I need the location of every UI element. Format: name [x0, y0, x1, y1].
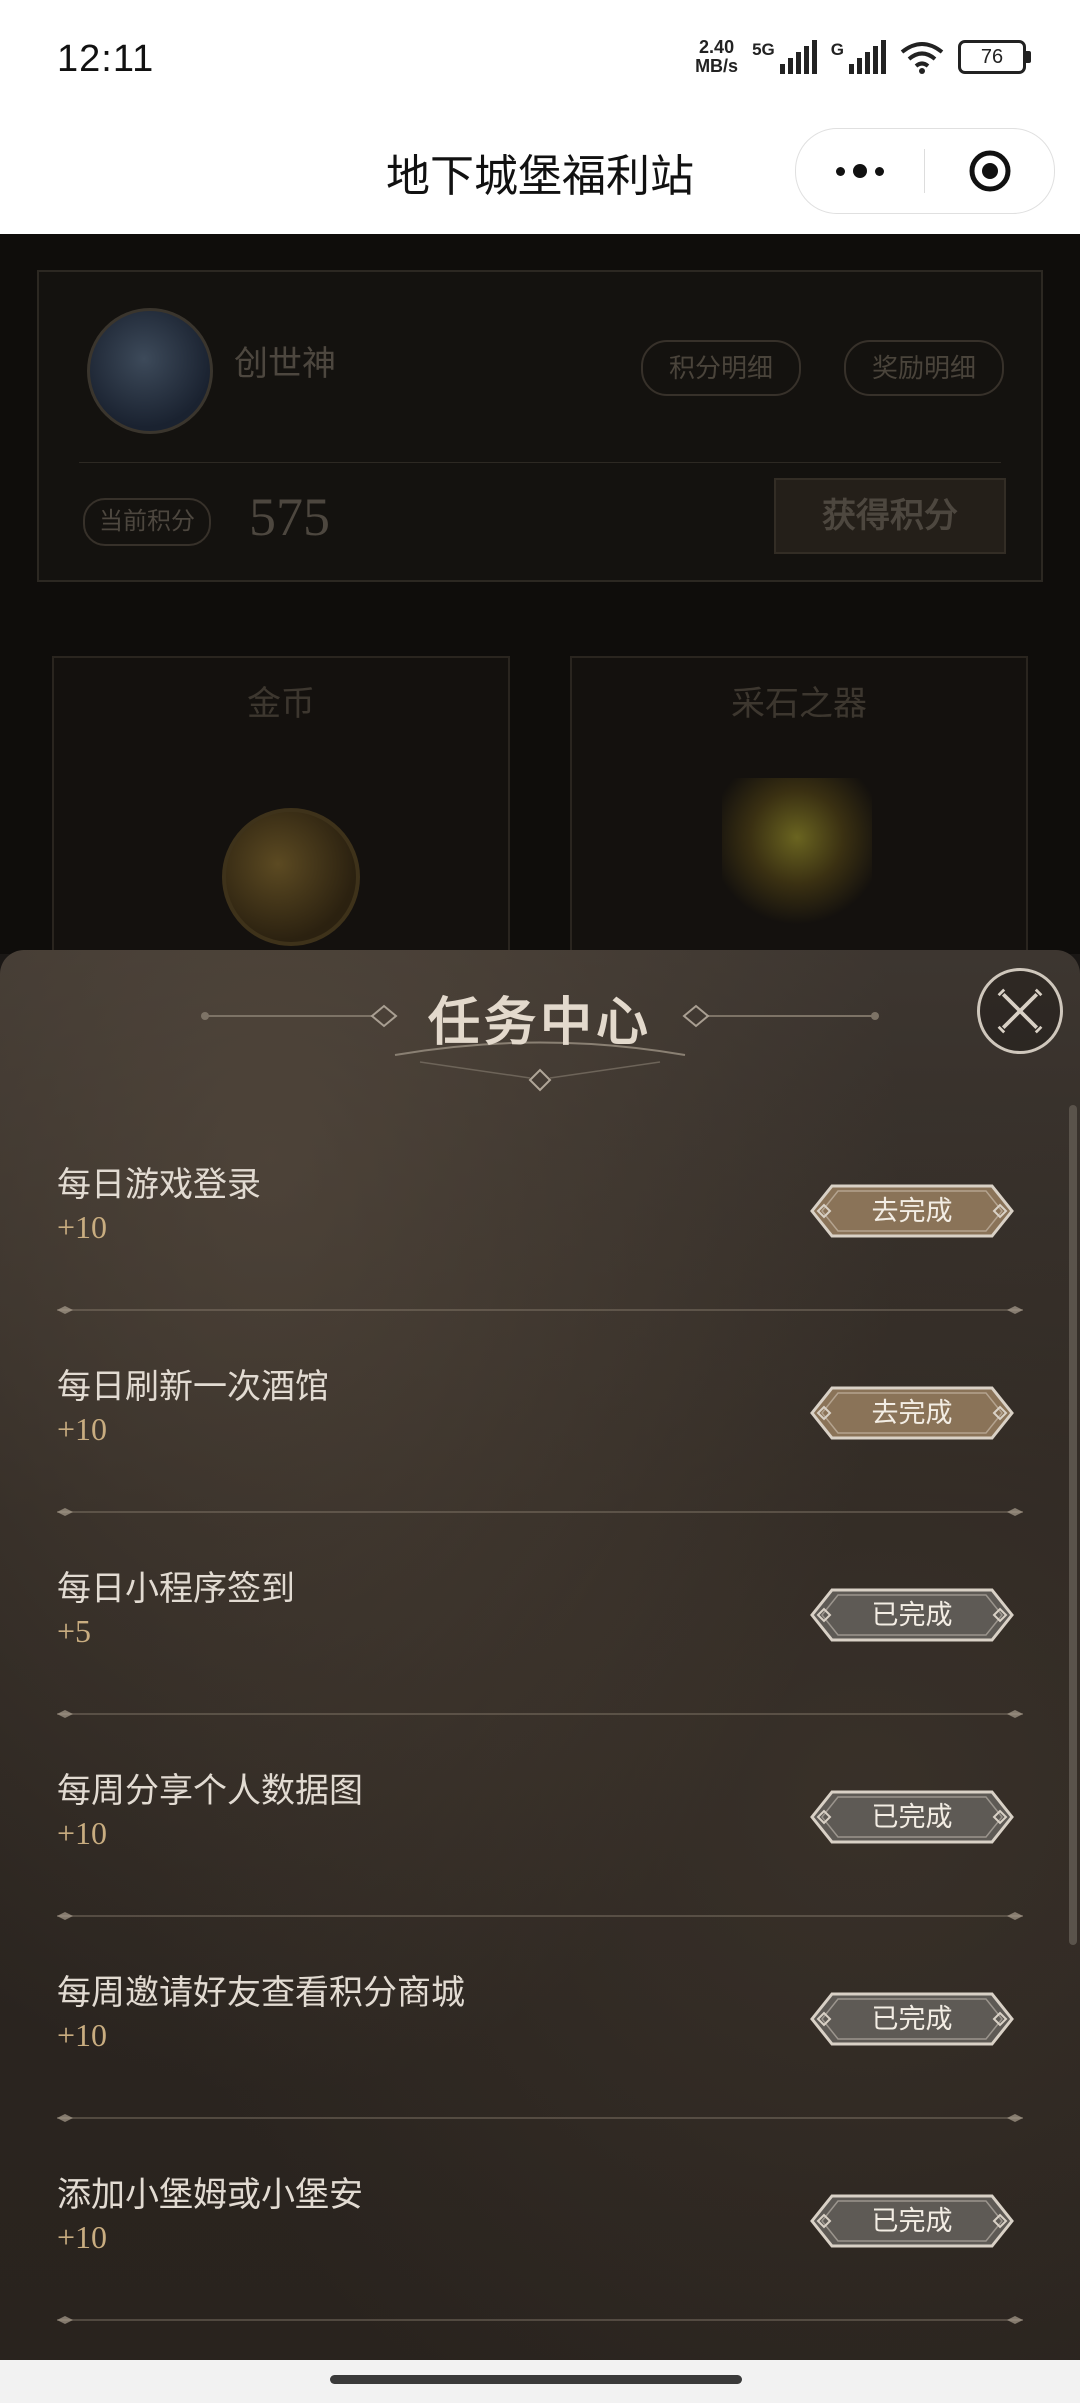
- more-menu-button[interactable]: [796, 129, 924, 213]
- task-action-label: 已完成: [871, 2004, 953, 2034]
- battery-icon: 76: [958, 40, 1031, 74]
- shop-card-title: 采石之器: [731, 685, 867, 723]
- task-action-label: 去完成: [871, 1398, 953, 1428]
- shop-card-title: 金币: [247, 685, 315, 723]
- network-speed-unit: MB/s: [695, 56, 739, 76]
- close-mini-program-icon[interactable]: [968, 149, 1012, 193]
- mini-program-capsule: [795, 128, 1055, 214]
- task-points: +10: [57, 2017, 108, 2053]
- task-center-title: 任务中心: [427, 995, 652, 1052]
- task-action-button[interactable]: 已完成: [808, 1788, 1016, 1846]
- signal-g-icon: G: [831, 40, 886, 74]
- task-action-button[interactable]: 已完成: [808, 2192, 1016, 2250]
- task-row: 每日刷新一次酒馆 +10 去完成: [0, 1307, 1080, 1516]
- task-row: 每周邀请好友查看积分商城 +10 已完成: [0, 1913, 1080, 2122]
- signal-g-label: G: [830, 40, 844, 59]
- battery-level: 76: [980, 46, 1004, 68]
- system-icons: 2.40 MB/s 5G G 76: [695, 38, 1031, 76]
- network-speed-value: 2.40: [699, 37, 735, 57]
- task-points: +10: [57, 1209, 108, 1245]
- task-name: 每日刷新一次酒馆: [57, 1369, 329, 1406]
- task-points: +10: [57, 1411, 108, 1447]
- profile-divider: [79, 462, 1001, 463]
- task-action-button[interactable]: 去完成: [808, 1182, 1016, 1240]
- avatar: [87, 308, 213, 434]
- task-action-label: 去完成: [871, 1196, 953, 1226]
- task-name: 每周分享个人数据图: [57, 1773, 363, 1810]
- shop-card-gold[interactable]: 金币: [52, 656, 510, 960]
- profile-card: 创世神 积分明细 奖励明细 当前积分 575 获得积分: [37, 270, 1043, 582]
- task-points: +10: [57, 1815, 108, 1851]
- task-points: +10: [57, 2219, 108, 2255]
- task-name: 每日游戏登录: [57, 1167, 261, 1204]
- row-divider: [57, 2316, 1023, 2324]
- nav-bar: 地下城堡福利站: [0, 120, 1080, 234]
- task-action-label: 已完成: [871, 1802, 953, 1832]
- task-name: 添加小堡姆或小堡安: [57, 2177, 363, 2214]
- home-indicator-bar: [0, 2360, 1080, 2403]
- treasure-chest-icon: [722, 778, 872, 948]
- task-points: +5: [57, 1613, 92, 1649]
- signal-5g-label: 5G: [752, 40, 775, 59]
- home-indicator[interactable]: [330, 2375, 742, 2384]
- reward-detail-button[interactable]: 奖励明细: [844, 340, 1005, 396]
- task-row: 每日游戏登录 +10 去完成: [0, 1105, 1080, 1314]
- status-time: 12:11: [57, 38, 155, 80]
- points-detail-button[interactable]: 积分明细: [641, 340, 802, 396]
- task-row: 每周分享个人数据图 +10 已完成: [0, 1711, 1080, 1920]
- close-icon[interactable]: [977, 968, 1063, 1054]
- task-row: 添加小堡姆或小堡安 +10 已完成: [0, 2115, 1080, 2324]
- signal-5g-icon: 5G: [752, 40, 817, 74]
- current-points-label: 当前积分: [83, 498, 211, 546]
- status-bar: 12:11 2.40 MB/s 5G G 76: [0, 0, 1080, 120]
- earn-points-button[interactable]: 获得积分: [774, 478, 1006, 554]
- task-action-label: 已完成: [871, 2206, 953, 2236]
- capsule-divider: [924, 149, 925, 193]
- shop-card-pickaxe[interactable]: 采石之器: [570, 656, 1028, 960]
- network-speed: 2.40 MB/s: [695, 38, 738, 76]
- task-action-button[interactable]: 已完成: [808, 1586, 1016, 1644]
- task-row: 每日小程序签到 +5 已完成: [0, 1509, 1080, 1718]
- username: 创世神: [234, 345, 336, 383]
- wifi-icon: [900, 42, 944, 74]
- task-action-label: 已完成: [871, 1600, 953, 1630]
- task-name: 每日小程序签到: [57, 1571, 295, 1608]
- task-action-button[interactable]: 去完成: [808, 1384, 1016, 1442]
- task-name: 每周邀请好友查看积分商城: [57, 1975, 465, 2012]
- task-action-button[interactable]: 已完成: [808, 1990, 1016, 2048]
- task-center-panel: 任务中心 每日游戏登录 +10 去完成 每日刷新一次酒馆 +10 去完成 每日小…: [0, 950, 1080, 2360]
- background-page: 创世神 积分明细 奖励明细 当前积分 575 获得积分 金币 采石之器: [0, 234, 1080, 960]
- current-points-value: 575: [249, 487, 330, 547]
- gold-coin-icon: [222, 808, 360, 946]
